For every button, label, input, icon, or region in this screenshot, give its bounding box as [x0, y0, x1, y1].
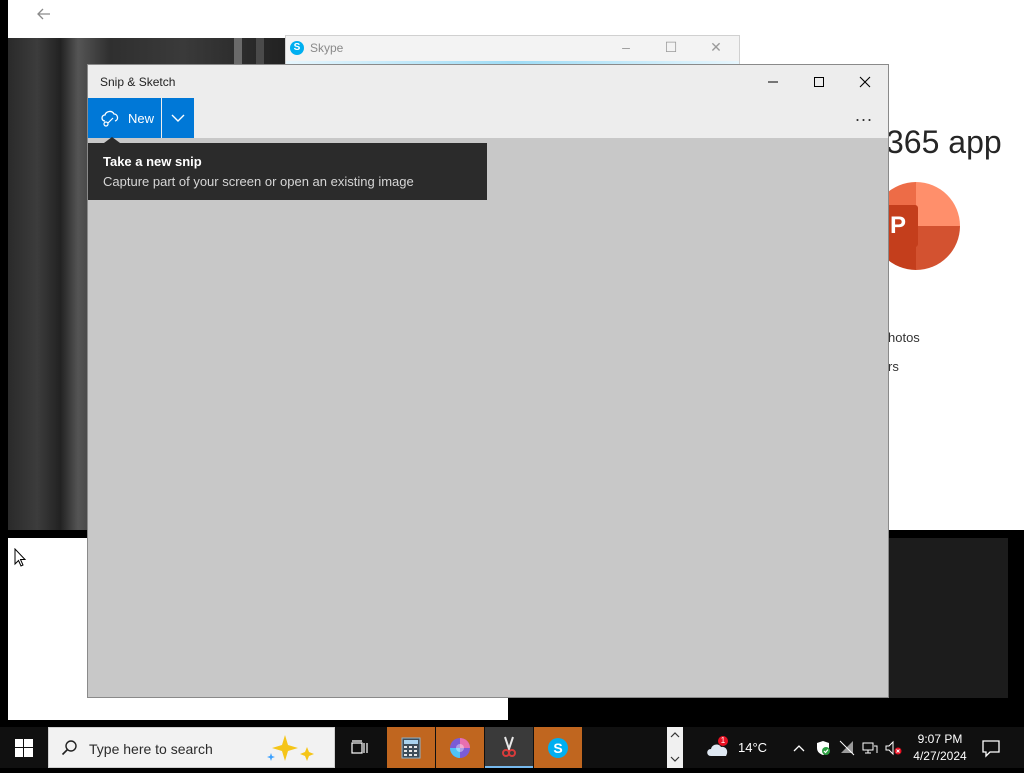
weather-alert-badge: 1: [718, 736, 728, 746]
taskbar: Type here to search S 1 14°C 9:07 PM 4/2…: [0, 727, 1024, 768]
network-tray-button[interactable]: [838, 739, 856, 757]
chevron-down-icon: [171, 114, 185, 122]
maximize-button[interactable]: [796, 65, 842, 98]
office-right-panel: [888, 38, 1024, 530]
taskbar-calculator-button[interactable]: [387, 727, 435, 768]
sparkle-icon: [267, 735, 314, 761]
shield-icon: [817, 741, 830, 755]
scroll-arrows-icon: [670, 732, 680, 762]
clock-time: 9:07 PM: [917, 732, 963, 746]
chevron-up-icon: [793, 745, 805, 752]
close-icon: [859, 76, 871, 87]
weather-temperature: 14°C: [738, 740, 768, 755]
task-view-icon: [351, 739, 368, 754]
toolbar: New ...: [88, 98, 888, 138]
show-hidden-icons-button[interactable]: [790, 739, 808, 757]
new-button-label: New: [128, 111, 155, 126]
back-arrow-icon[interactable]: [34, 4, 54, 24]
mouse-pointer-icon: [14, 547, 28, 568]
office-feature-text: hotos: [888, 330, 920, 345]
search-icon: [61, 740, 77, 756]
new-snip-dropdown-button[interactable]: [162, 98, 194, 138]
start-button[interactable]: [0, 727, 48, 768]
windows-logo-icon: [15, 738, 33, 757]
skype-icon: S: [548, 737, 568, 758]
taskbar-app-button[interactable]: [436, 727, 484, 768]
search-placeholder: Type here to search: [89, 741, 213, 757]
copilot-orb-icon: [450, 737, 470, 758]
minimize-button[interactable]: [750, 65, 796, 98]
skype-maximize-button[interactable]: ☐: [661, 39, 681, 56]
ethernet-icon: [862, 742, 878, 754]
task-view-button[interactable]: [345, 727, 375, 768]
taskbar-skype-button[interactable]: S: [534, 727, 582, 768]
tooltip-title: Take a new snip: [103, 154, 202, 169]
taskbar-clock[interactable]: 9:07 PM 4/27/2024: [905, 731, 975, 765]
weather-widget[interactable]: 1 14°C: [700, 727, 780, 768]
window-title: Snip & Sketch: [100, 75, 176, 89]
office-topbar: [8, 0, 1024, 38]
svg-text:S: S: [553, 740, 562, 756]
skype-close-button[interactable]: ✕: [706, 39, 726, 56]
skype-window-title: Skype: [310, 41, 344, 55]
tooltip-description: Capture part of your screen or open an e…: [103, 174, 414, 189]
snip-sketch-window: Snip & Sketch New ... Take a new snip Ca…: [87, 64, 889, 698]
snip-sketch-icon: [502, 736, 516, 757]
network-disabled-icon: [839, 740, 855, 756]
new-snip-tooltip: Take a new snip Capture part of your scr…: [88, 137, 487, 200]
taskbar-snip-sketch-button[interactable]: [485, 727, 533, 768]
title-bar[interactable]: Snip & Sketch: [88, 65, 888, 98]
taskbar-scroll-control[interactable]: [667, 727, 683, 768]
notification-center-button[interactable]: [980, 737, 1002, 759]
background-dark-panel: [888, 538, 1008, 698]
skype-minimize-button[interactable]: –: [616, 39, 636, 55]
skype-icon: S: [290, 41, 304, 55]
ethernet-tray-button[interactable]: [861, 739, 879, 757]
security-tray-button[interactable]: [814, 739, 832, 757]
taskbar-search-box[interactable]: Type here to search: [48, 727, 335, 768]
minimize-icon: [768, 81, 778, 82]
new-snip-button[interactable]: New: [88, 98, 161, 138]
office-heading: 365 app: [886, 124, 1002, 160]
close-button[interactable]: [842, 65, 888, 98]
skype-window[interactable]: S Skype – ☐ ✕: [285, 35, 740, 65]
calculator-icon: [401, 737, 421, 758]
tooltip-pointer: [104, 137, 120, 143]
more-options-button[interactable]: ...: [852, 106, 876, 130]
maximize-icon: [814, 76, 824, 87]
office-feature-text: rs: [888, 359, 899, 374]
snip-scissors-cloud-icon: [101, 110, 119, 127]
notification-icon: [982, 740, 1000, 758]
volume-muted-icon: [885, 740, 902, 756]
volume-tray-button[interactable]: [884, 739, 902, 757]
clock-date: 4/27/2024: [913, 749, 967, 763]
